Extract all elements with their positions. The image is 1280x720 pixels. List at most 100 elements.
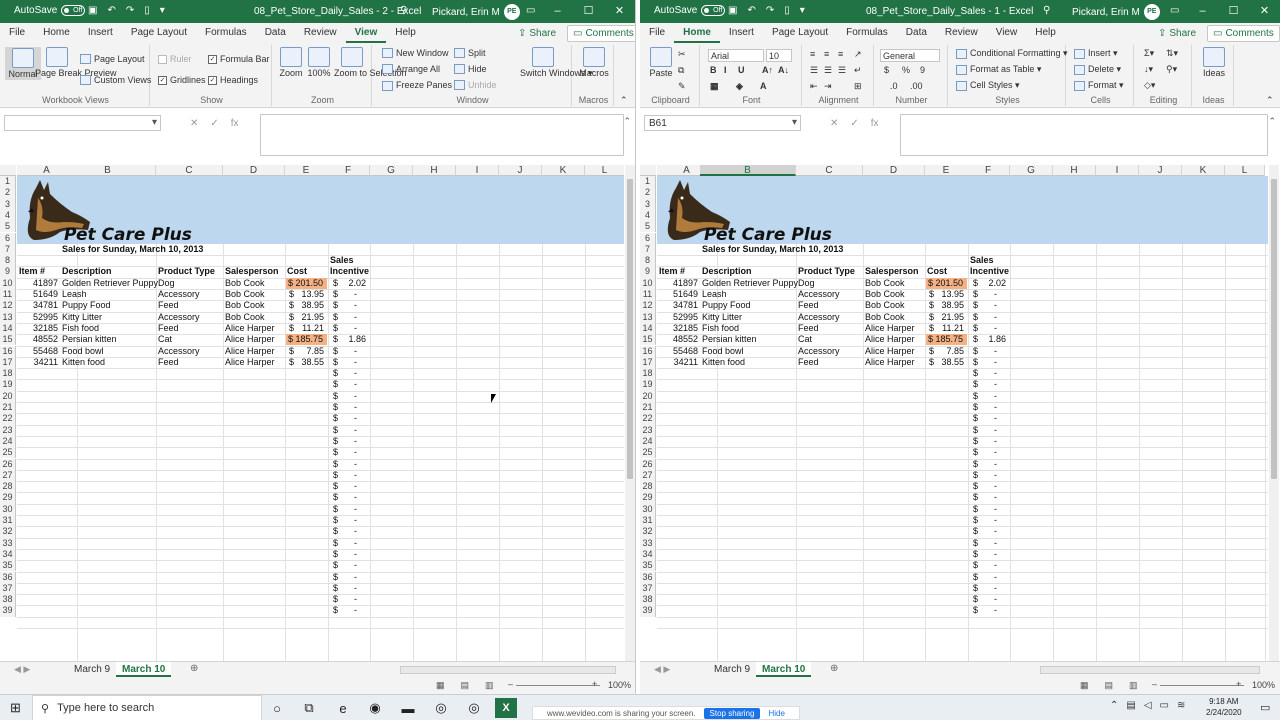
expand-formula-bar-icon[interactable]: ⌃ xyxy=(1268,116,1276,127)
battery-icon[interactable]: ▭ xyxy=(1160,700,1169,711)
tab-review[interactable]: Review xyxy=(936,23,987,43)
zoom-level[interactable]: 100% xyxy=(1252,680,1275,690)
gridlines-toggle[interactable]: ✓ Gridlines xyxy=(158,75,206,85)
row-header-3[interactable]: 3 xyxy=(640,198,656,210)
tab-formulas[interactable]: Formulas xyxy=(837,23,897,43)
maximize-icon[interactable]: ☐ xyxy=(1218,0,1249,23)
borders-icon[interactable]: ▦ xyxy=(710,81,719,92)
edge-icon[interactable]: e xyxy=(332,698,354,718)
name-box-dropdown-icon[interactable]: ▾ xyxy=(152,117,157,128)
formula-input[interactable] xyxy=(900,114,1268,156)
row-header-3[interactable]: 3 xyxy=(0,198,16,210)
increase-font-icon[interactable]: A↑ xyxy=(762,65,773,75)
column-header-d[interactable]: D xyxy=(223,165,285,176)
format-as-table-button[interactable]: Format as Table ▾ xyxy=(956,64,1041,75)
page-layout-view-icon[interactable]: ▤ xyxy=(461,680,470,691)
row-header-27[interactable]: 27 xyxy=(640,469,656,482)
taskbar-search[interactable]: ⚲ Type here to search xyxy=(32,695,262,720)
name-box-dropdown-icon[interactable]: ▾ xyxy=(792,117,797,128)
name-box[interactable]: ▾ xyxy=(4,115,161,131)
tab-view[interactable]: View xyxy=(345,23,387,43)
font-size-select[interactable]: 10 xyxy=(766,49,792,62)
row-header-37[interactable]: 37 xyxy=(0,582,16,595)
cancel-icon[interactable]: ✕ xyxy=(830,118,838,129)
comma-icon[interactable]: 9 xyxy=(920,65,925,75)
row-header-7[interactable]: 7 xyxy=(640,243,656,256)
decrease-indent-icon[interactable]: ⇤ xyxy=(810,81,818,92)
page-break-view-icon[interactable]: ▥ xyxy=(485,680,494,691)
page-layout-view-icon[interactable]: ▤ xyxy=(1105,680,1114,691)
row-header-8[interactable]: 8 xyxy=(0,255,16,267)
column-header-l[interactable]: L xyxy=(585,165,624,176)
row-header-30[interactable]: 30 xyxy=(0,503,16,515)
tab-file[interactable]: File xyxy=(0,23,34,43)
enter-icon[interactable]: ✓ xyxy=(850,118,858,129)
row-header-12[interactable]: 12 xyxy=(0,300,16,312)
save-icon[interactable]: ▣ xyxy=(728,5,737,16)
row-header-27[interactable]: 27 xyxy=(0,469,16,482)
tab-review[interactable]: Review xyxy=(295,23,346,43)
column-header-j[interactable]: J xyxy=(1139,165,1182,176)
excel-icon[interactable]: X xyxy=(495,698,517,718)
arrange-all-button[interactable]: Arrange All xyxy=(382,64,440,74)
row-header-19[interactable]: 19 xyxy=(640,379,656,391)
increase-decimal-icon[interactable]: .0 xyxy=(890,81,898,91)
cancel-icon[interactable]: ✕ xyxy=(190,118,198,129)
scrollbar-thumb[interactable] xyxy=(1271,179,1277,479)
row-header-22[interactable]: 22 xyxy=(0,413,16,425)
minimize-icon[interactable]: – xyxy=(542,0,573,23)
row-header-23[interactable]: 23 xyxy=(0,424,16,436)
row-header-10[interactable]: 10 xyxy=(0,277,16,289)
minimize-icon[interactable]: – xyxy=(1187,0,1218,23)
avatar[interactable]: PE xyxy=(1143,4,1160,20)
tab-formulas[interactable]: Formulas xyxy=(196,23,256,43)
column-header-f[interactable]: F xyxy=(327,165,370,176)
tab-home[interactable]: Home xyxy=(674,23,720,43)
comments-button[interactable]: ▭ Comments xyxy=(567,25,635,42)
ruler-toggle[interactable]: Ruler xyxy=(158,54,192,64)
row-header-35[interactable]: 35 xyxy=(640,560,656,572)
zoom-to-selection-button[interactable]: Zoom to Selection xyxy=(334,47,407,78)
zoom-level[interactable]: 100% xyxy=(608,680,631,690)
scrollbar-thumb[interactable] xyxy=(627,179,633,479)
tab-insert[interactable]: Insert xyxy=(79,23,122,43)
maximize-icon[interactable]: ☐ xyxy=(573,0,604,23)
italic-icon[interactable]: I xyxy=(724,65,727,75)
insert-function-icon[interactable]: fx xyxy=(871,118,879,129)
row-header-8[interactable]: 8 xyxy=(640,255,656,267)
decrease-font-icon[interactable]: A↓ xyxy=(778,65,789,75)
row-header-34[interactable]: 34 xyxy=(0,548,16,561)
align-right-icon[interactable]: ☰ xyxy=(838,65,846,76)
row-header-15[interactable]: 15 xyxy=(0,334,16,346)
custom-views-button[interactable]: Custom Views xyxy=(80,75,151,85)
row-header-24[interactable]: 24 xyxy=(0,435,16,448)
clear-icon[interactable]: ◇▾ xyxy=(1144,80,1155,91)
bold-icon[interactable]: B xyxy=(710,65,717,75)
row-header-36[interactable]: 36 xyxy=(640,571,656,583)
row-header-28[interactable]: 28 xyxy=(640,481,656,493)
row-header-28[interactable]: 28 xyxy=(0,481,16,493)
tab-help[interactable]: Help xyxy=(386,23,425,43)
row-header-38[interactable]: 38 xyxy=(0,594,16,606)
bottom-align-icon[interactable]: ≡ xyxy=(838,49,843,59)
vertical-scrollbar[interactable] xyxy=(625,165,635,661)
row-header-14[interactable]: 14 xyxy=(0,322,16,335)
horizontal-scrollbar[interactable] xyxy=(400,666,616,674)
select-all-corner[interactable] xyxy=(0,165,16,176)
row-header-6[interactable]: 6 xyxy=(0,232,16,244)
autosave-toggle[interactable]: Off xyxy=(61,5,86,16)
collapse-ribbon-icon[interactable]: ⌃ xyxy=(1266,95,1274,106)
tab-insert[interactable]: Insert xyxy=(720,23,763,43)
customize-icon[interactable]: ▾ xyxy=(800,5,805,16)
row-header-2[interactable]: 2 xyxy=(0,187,16,199)
user-account[interactable]: Pickard, Erin M PE xyxy=(432,4,520,20)
row-header-18[interactable]: 18 xyxy=(640,368,656,380)
new-sheet-icon[interactable]: ⊕ xyxy=(830,663,838,674)
row-header-25[interactable]: 25 xyxy=(640,447,656,459)
row-header-36[interactable]: 36 xyxy=(0,571,16,583)
headings-toggle[interactable]: ✓ Headings xyxy=(208,75,258,85)
redo-icon[interactable]: ↷ xyxy=(126,5,134,16)
row-header-25[interactable]: 25 xyxy=(0,447,16,459)
row-header-7[interactable]: 7 xyxy=(0,243,16,256)
row-header-11[interactable]: 11 xyxy=(640,289,656,301)
